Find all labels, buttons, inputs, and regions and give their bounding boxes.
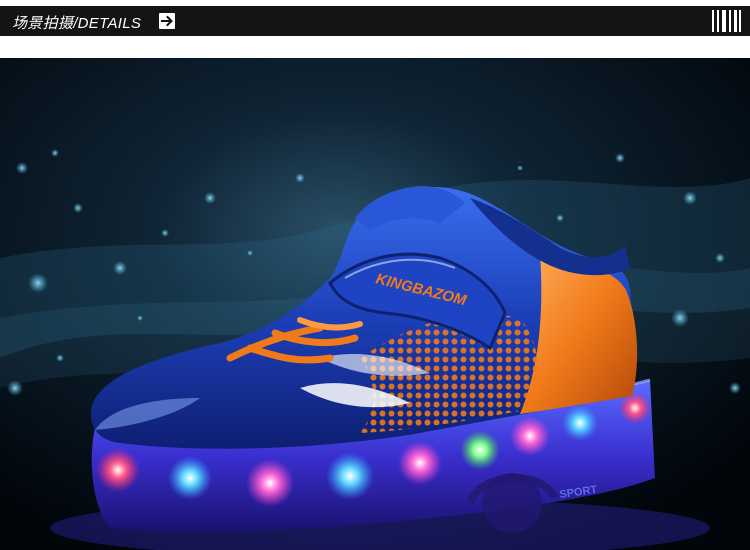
shoe-illustration: KINGBAZOM SPORT xyxy=(0,58,750,550)
product-scene-photo: KINGBAZOM SPORT xyxy=(0,58,750,550)
section-title: 场景拍摄/DETAILS xyxy=(12,15,142,32)
section-header: 场景拍摄/DETAILS xyxy=(0,6,750,36)
barcode-stripes-icon xyxy=(712,10,742,32)
arrow-right-icon xyxy=(159,13,175,29)
